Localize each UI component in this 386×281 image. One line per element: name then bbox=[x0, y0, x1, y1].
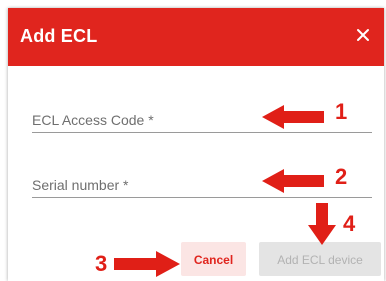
arrow-icon bbox=[262, 169, 324, 193]
arrow-icon bbox=[308, 203, 336, 245]
annotation-number-1: 1 bbox=[335, 99, 348, 124]
annotation-number-2: 2 bbox=[335, 164, 348, 189]
arrow-icon bbox=[262, 105, 324, 129]
cancel-button[interactable]: Cancel bbox=[181, 242, 246, 276]
dialog-title: Add ECL bbox=[20, 26, 98, 46]
close-icon[interactable] bbox=[352, 24, 374, 46]
screenshot-frame: Add ECL ECL Access Code * Serial number … bbox=[0, 0, 386, 281]
dialog-header: Add ECL bbox=[8, 8, 384, 66]
add-ecl-device-button: Add ECL device bbox=[259, 242, 381, 276]
serial-number-label: Serial number * bbox=[32, 177, 129, 193]
serial-number-underline bbox=[32, 197, 372, 198]
arrow-icon bbox=[114, 251, 180, 277]
ecl-access-code-label: ECL Access Code * bbox=[32, 112, 154, 128]
annotation-number-3: 3 bbox=[95, 251, 108, 276]
annotation-number-4: 4 bbox=[343, 211, 356, 236]
ecl-access-code-underline bbox=[32, 132, 372, 133]
